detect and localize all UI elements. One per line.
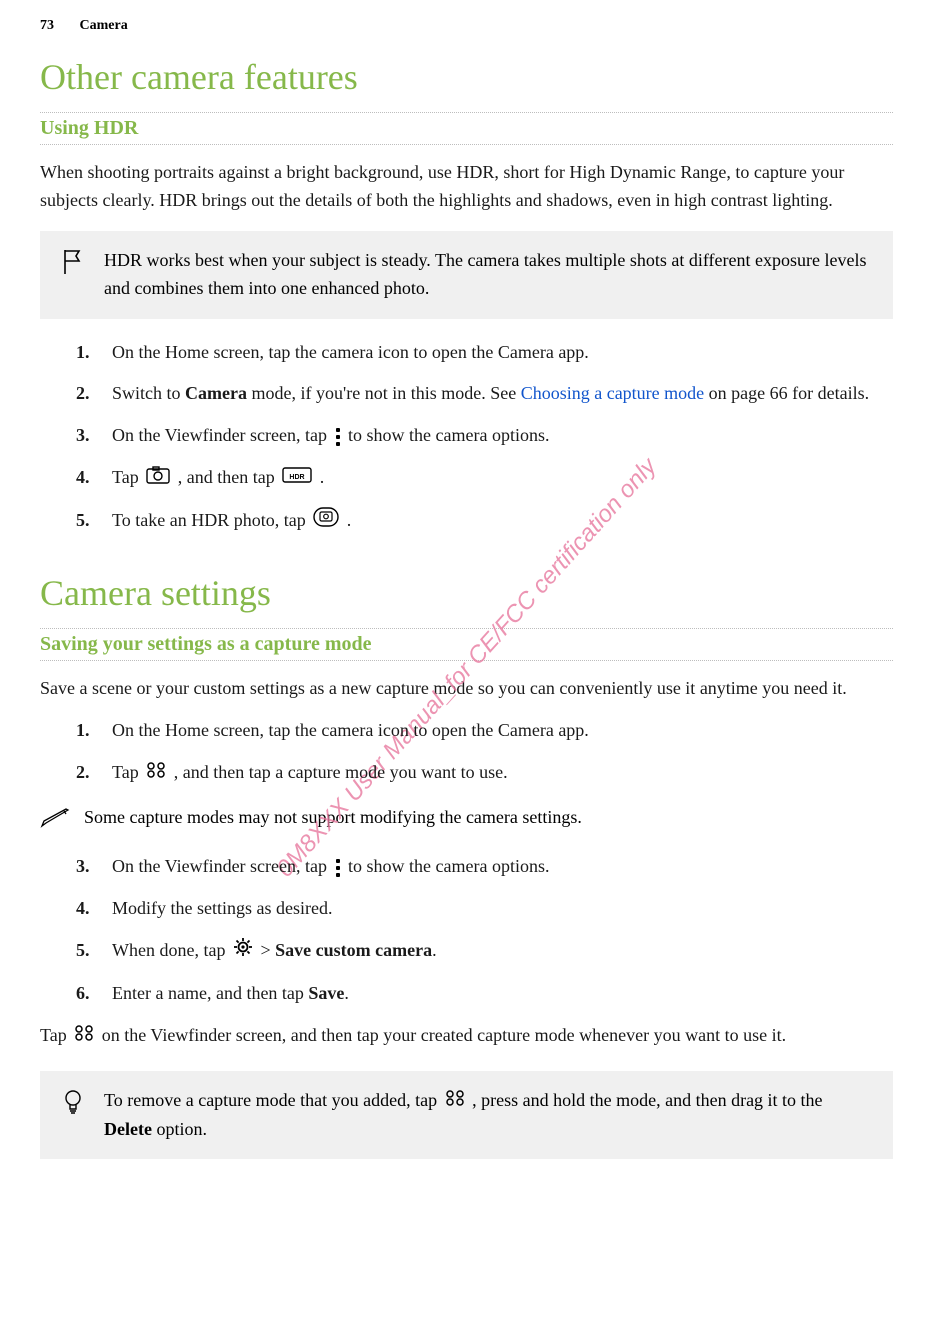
text: On the Viewfinder screen, tap bbox=[112, 425, 332, 445]
steps-list-save-b: On the Viewfinder screen, tap to show th… bbox=[76, 853, 893, 1008]
note-text: Some capture modes may not support modif… bbox=[84, 804, 582, 832]
divider bbox=[40, 660, 893, 661]
step-item: When done, tap > Save custom camera. bbox=[76, 937, 893, 966]
svg-text:HDR: HDR bbox=[290, 474, 305, 481]
flag-callout-text: HDR works best when your subject is stea… bbox=[104, 247, 873, 303]
step-item: Enter a name, and then tap Save. bbox=[76, 980, 893, 1008]
text: On the Viewfinder screen, tap bbox=[112, 856, 332, 876]
text: on page 66 for details. bbox=[704, 383, 869, 403]
note-callout: Some capture modes may not support modif… bbox=[40, 802, 893, 835]
step-item: Switch to Camera mode, if you're not in … bbox=[76, 380, 893, 408]
section-name: Camera bbox=[80, 18, 128, 33]
divider bbox=[40, 144, 893, 145]
step-item: On the Viewfinder screen, tap to show th… bbox=[76, 422, 893, 450]
text: . bbox=[320, 467, 325, 487]
divider bbox=[40, 112, 893, 113]
step-item: On the Home screen, tap the camera icon … bbox=[76, 339, 893, 367]
paragraph-save-intro: Save a scene or your custom settings as … bbox=[40, 675, 893, 703]
tip-callout: To remove a capture mode that you added,… bbox=[40, 1071, 893, 1160]
text: Switch to bbox=[112, 383, 185, 403]
step-item: On the Viewfinder screen, tap to show th… bbox=[76, 853, 893, 881]
text: mode, if you're not in this mode. See bbox=[247, 383, 521, 403]
text: To take an HDR photo, tap bbox=[112, 510, 310, 530]
text: option. bbox=[152, 1119, 207, 1139]
text: to show the camera options. bbox=[348, 856, 549, 876]
text: , and then tap bbox=[178, 467, 279, 487]
text: When done, tap bbox=[112, 940, 230, 960]
divider bbox=[40, 628, 893, 629]
steps-list-hdr: On the Home screen, tap the camera icon … bbox=[76, 339, 893, 537]
tip-text: To remove a capture mode that you added,… bbox=[104, 1087, 873, 1144]
step-item: Tap , and then tap HDR . bbox=[76, 464, 893, 493]
subheading-using-hdr: Using HDR bbox=[40, 117, 893, 140]
vertical-dots-icon bbox=[334, 428, 342, 446]
paragraph-closing: Tap on the Viewfinder screen, and then t… bbox=[40, 1022, 893, 1051]
text: . bbox=[432, 940, 437, 960]
text: on the Viewfinder screen, and then tap y… bbox=[102, 1025, 786, 1045]
text: To remove a capture mode that you added,… bbox=[104, 1090, 442, 1110]
pencil-icon bbox=[40, 804, 70, 833]
text-bold: Save custom camera bbox=[275, 940, 432, 960]
text: Enter a name, and then tap bbox=[112, 983, 308, 1003]
text: Tap bbox=[112, 467, 143, 487]
heading-other-camera-features: Other camera features bbox=[40, 56, 893, 98]
heading-camera-settings: Camera settings bbox=[40, 572, 893, 614]
subheading-saving-settings: Saving your settings as a capture mode bbox=[40, 633, 893, 656]
step-item: Tap , and then tap a capture mode you wa… bbox=[76, 759, 893, 788]
step-item: To take an HDR photo, tap . bbox=[76, 507, 893, 536]
paragraph-hdr-intro: When shooting portraits against a bright… bbox=[40, 159, 893, 215]
link-choosing-capture-mode[interactable]: Choosing a capture mode bbox=[521, 383, 704, 403]
hdr-icon: HDR bbox=[282, 465, 312, 493]
gear-icon bbox=[233, 937, 253, 966]
text-bold: Save bbox=[308, 983, 344, 1003]
lightbulb-icon bbox=[60, 1087, 86, 1117]
vertical-dots-icon bbox=[334, 859, 342, 877]
step-item: Modify the settings as desired. bbox=[76, 895, 893, 923]
modes-grid-icon bbox=[146, 760, 166, 788]
text: . bbox=[344, 983, 349, 1003]
text: , press and hold the mode, and then drag… bbox=[472, 1090, 822, 1110]
modes-grid-icon bbox=[74, 1023, 94, 1051]
text: . bbox=[347, 510, 352, 530]
text: , and then tap a capture mode you want t… bbox=[174, 762, 508, 782]
text: Tap bbox=[40, 1025, 71, 1045]
camera-mode-icon bbox=[146, 465, 170, 493]
flag-icon bbox=[60, 247, 86, 275]
page-number: 73 bbox=[40, 18, 76, 34]
shutter-icon bbox=[313, 507, 339, 536]
text-bold: Camera bbox=[185, 383, 247, 403]
steps-list-save-a: On the Home screen, tap the camera icon … bbox=[76, 717, 893, 788]
text-bold: Delete bbox=[104, 1119, 152, 1139]
step-item: On the Home screen, tap the camera icon … bbox=[76, 717, 893, 745]
text: Tap bbox=[112, 762, 143, 782]
text: > bbox=[260, 940, 275, 960]
text: to show the camera options. bbox=[348, 425, 549, 445]
page-header: 73 Camera bbox=[40, 18, 893, 34]
flag-callout: HDR works best when your subject is stea… bbox=[40, 231, 893, 319]
modes-grid-icon bbox=[445, 1088, 465, 1116]
